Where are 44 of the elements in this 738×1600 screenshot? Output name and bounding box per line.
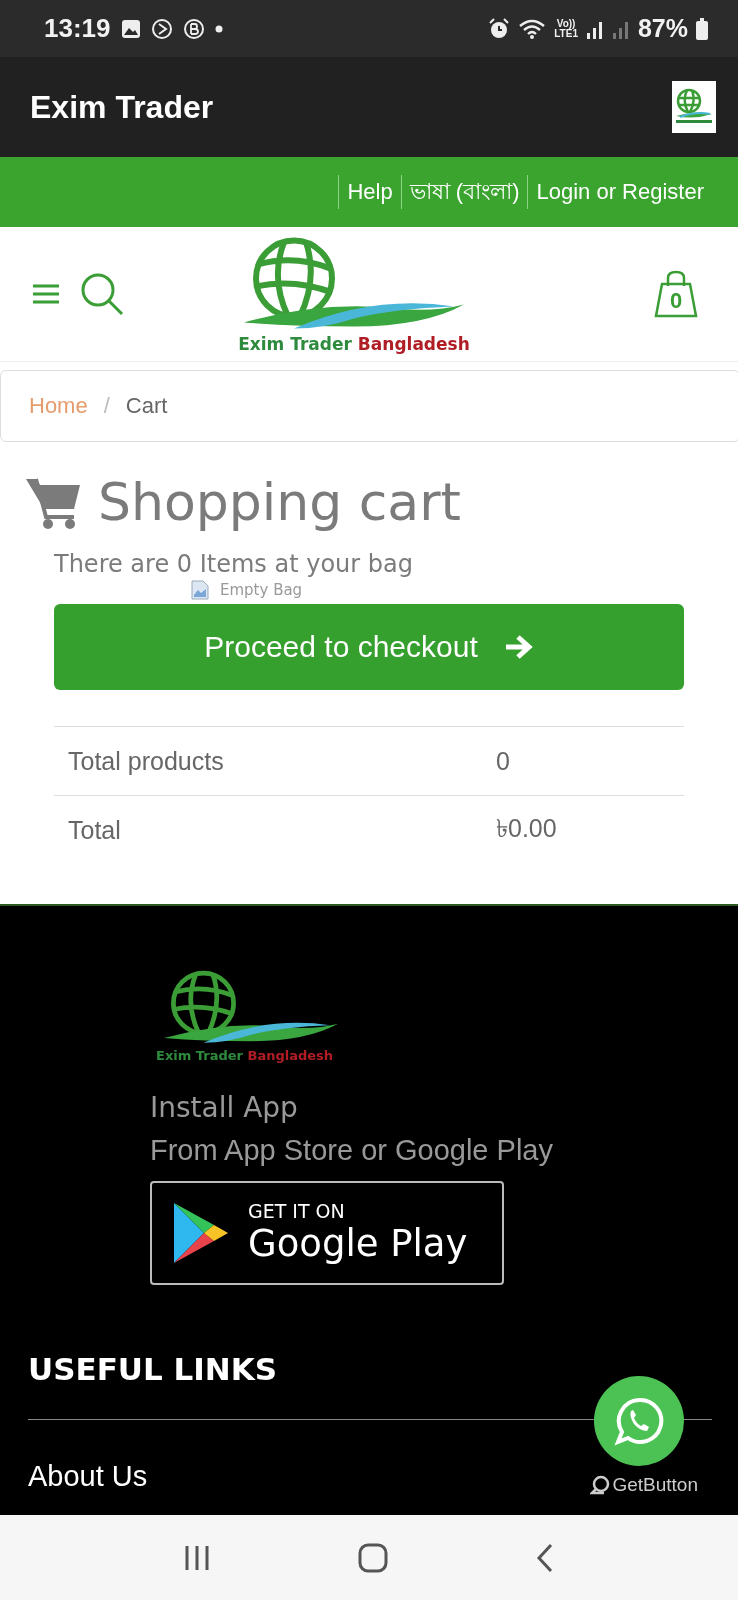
menu-icon[interactable] [32,283,60,305]
breadcrumb-item[interactable]: Home [29,393,88,419]
checkout-button[interactable]: Proceed to checkout [54,604,684,690]
wifi-icon [518,17,547,40]
top-link[interactable]: Login or Register [527,175,712,209]
top-link[interactable]: Help [338,175,401,209]
summary-value: 0 [482,726,684,796]
app-title: Exim Trader [30,88,215,126]
breadcrumb-separator: / [103,393,110,419]
battery-percent: 87% [637,14,688,43]
clock-time: 13:19 [44,13,111,44]
summary-label: Total products [54,726,482,796]
play-circle-icon [150,17,173,40]
broken-image-icon [190,580,210,600]
install-title: Install App [150,1090,299,1124]
search-icon[interactable] [80,272,124,316]
summary-label: Total [54,795,482,864]
image-icon [120,18,141,39]
chat-b-icon [182,17,205,40]
install-subtitle: From App Store or Google Play [150,1133,554,1167]
chat-bubble-icon [614,1396,664,1446]
back-icon[interactable] [536,1542,554,1573]
alarm-icon [488,17,511,40]
lte-label: LTE1 [554,28,578,39]
top-link[interactable]: ভাষা (বাংলা) [400,175,528,209]
breadcrumb-item: Cart [125,393,168,419]
volte-label: Vo)) [556,18,576,29]
app-logo-icon [672,81,716,133]
image-alt-text: Empty Bag [220,581,303,599]
page-title: Shopping cart [98,472,461,532]
footer-link[interactable]: About Us [28,1459,148,1493]
cart-message: There are 0 Items at your bag [54,550,414,578]
google-play-badge[interactable]: GET IT ON Google Play [150,1180,504,1285]
dot-icon [214,24,223,33]
recent-apps-icon[interactable] [184,1544,210,1571]
arrow-right-icon [503,634,534,660]
cart-count: 0 [668,288,684,314]
summary-value: ৳0.00 [482,795,684,864]
logo-text: Exim Trader Bangladesh [156,1047,334,1063]
logo-text: Exim Trader Bangladesh [238,334,470,355]
home-icon[interactable] [358,1542,388,1573]
getbutton-logo-icon [590,1475,611,1495]
battery-icon [696,17,708,40]
getbutton-label[interactable]: GetButton [612,1474,698,1496]
